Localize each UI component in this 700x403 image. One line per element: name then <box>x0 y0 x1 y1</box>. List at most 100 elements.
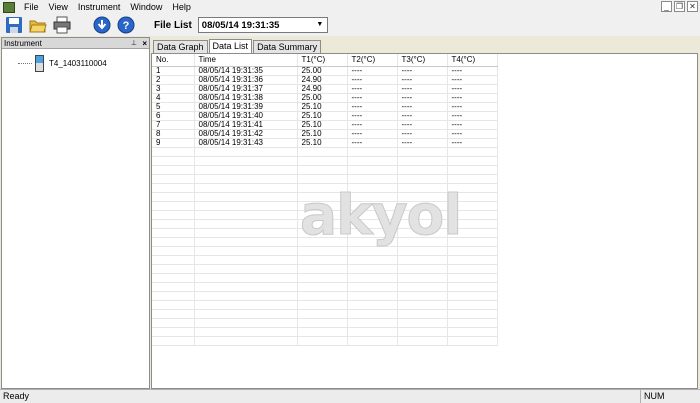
empty-cell <box>152 237 195 247</box>
print-icon[interactable] <box>52 15 72 35</box>
empty-cell <box>397 336 448 346</box>
empty-cell <box>297 147 348 157</box>
instrument-panel: Instrument ⊥ × T4_1403110004 <box>1 37 150 389</box>
empty-cell <box>152 228 195 238</box>
empty-cell <box>297 327 348 337</box>
table-cell: 25.10 <box>297 102 348 112</box>
table-cell: 08/05/14 19:31:42 <box>194 129 298 139</box>
table-row[interactable]: 4 08/05/14 19:31:38 25.00 ---- ---- ---- <box>152 93 498 103</box>
table-cell: ---- <box>447 102 498 112</box>
column-header[interactable]: T2(°C) <box>347 54 398 67</box>
empty-cell <box>397 174 448 184</box>
download-icon[interactable] <box>92 15 112 35</box>
empty-cell <box>347 336 398 346</box>
empty-cell <box>347 327 398 337</box>
table-cell: ---- <box>347 75 398 85</box>
menu-help[interactable]: Help <box>167 0 196 14</box>
table-cell: ---- <box>347 93 398 103</box>
empty-cell <box>397 165 448 175</box>
table-row[interactable]: 6 08/05/14 19:31:40 25.10 ---- ---- ---- <box>152 111 498 121</box>
help-icon[interactable]: ? <box>116 15 136 35</box>
close-icon[interactable]: × <box>142 38 147 49</box>
empty-row <box>152 309 498 319</box>
close-icon[interactable]: ✕ <box>687 1 698 12</box>
tree-connector <box>18 63 32 64</box>
table-cell: 25.10 <box>297 120 348 130</box>
table-cell: ---- <box>347 111 398 121</box>
empty-row <box>152 318 498 328</box>
file-list-dropdown[interactable]: 08/05/14 19:31:35 ▼ <box>197 17 328 33</box>
table-cell: ---- <box>347 66 398 76</box>
empty-cell <box>347 255 398 265</box>
empty-cell <box>152 264 195 274</box>
empty-cell <box>152 318 195 328</box>
chevron-down-icon[interactable]: ▼ <box>315 20 325 30</box>
empty-cell <box>152 210 195 220</box>
empty-cell <box>194 183 298 193</box>
table-cell: ---- <box>397 111 448 121</box>
empty-cell <box>447 165 498 175</box>
empty-cell <box>447 156 498 166</box>
menu-window[interactable]: Window <box>125 0 167 14</box>
empty-cell <box>194 309 298 319</box>
table-row[interactable]: 3 08/05/14 19:31:37 24.90 ---- ---- ---- <box>152 84 498 94</box>
tab-data-graph[interactable]: Data Graph <box>153 40 208 53</box>
table-row[interactable]: 7 08/05/14 19:31:41 25.10 ---- ---- ---- <box>152 120 498 130</box>
empty-cell <box>152 183 195 193</box>
column-header[interactable]: T3(°C) <box>397 54 448 67</box>
column-header[interactable]: T4(°C) <box>447 54 498 67</box>
table-row[interactable]: 8 08/05/14 19:31:42 25.10 ---- ---- ---- <box>152 129 498 139</box>
table-cell: 08/05/14 19:31:40 <box>194 111 298 121</box>
menu-view[interactable]: View <box>44 0 73 14</box>
table-row[interactable]: 9 08/05/14 19:31:43 25.10 ---- ---- ---- <box>152 138 498 148</box>
empty-row <box>152 336 498 346</box>
empty-cell <box>297 336 348 346</box>
empty-cell <box>447 273 498 283</box>
open-folder-icon[interactable] <box>28 15 48 35</box>
empty-cell <box>152 300 195 310</box>
table-cell: ---- <box>347 120 398 130</box>
empty-cell <box>347 300 398 310</box>
save-icon[interactable] <box>4 15 24 35</box>
empty-cell <box>194 174 298 184</box>
empty-cell <box>447 300 498 310</box>
empty-row <box>152 255 498 265</box>
empty-cell <box>194 156 298 166</box>
pin-icon[interactable]: ⊥ <box>131 38 137 49</box>
menu-file[interactable]: File <box>19 0 44 14</box>
empty-cell <box>297 282 348 292</box>
restore-icon[interactable]: ❐ <box>674 1 685 12</box>
empty-row <box>152 273 498 283</box>
empty-cell <box>397 318 448 328</box>
instrument-tree-item[interactable]: T4_1403110004 <box>18 55 107 72</box>
tab-data-list[interactable]: Data List <box>208 39 253 53</box>
table-row[interactable]: 5 08/05/14 19:31:39 25.10 ---- ---- ---- <box>152 102 498 112</box>
empty-cell <box>194 192 298 202</box>
empty-cell <box>297 309 348 319</box>
menu-bar: File View Instrument Window Help _ ❐ ✕ <box>0 0 700 14</box>
menu-instrument[interactable]: Instrument <box>73 0 126 14</box>
empty-cell <box>347 246 398 256</box>
table-row[interactable]: 1 08/05/14 19:31:35 25.00 ---- ---- ---- <box>152 66 498 76</box>
column-header[interactable]: Time <box>194 54 298 67</box>
empty-cell <box>347 309 398 319</box>
empty-cell <box>152 291 195 301</box>
table-cell: 25.10 <box>297 111 348 121</box>
empty-cell <box>297 255 348 265</box>
table-cell: 3 <box>152 84 195 94</box>
table-cell: 08/05/14 19:31:39 <box>194 102 298 112</box>
table-cell: ---- <box>397 138 448 148</box>
tab-data-summary[interactable]: Data Summary <box>253 40 322 53</box>
column-header[interactable]: No. <box>152 54 195 67</box>
table-cell: 24.90 <box>297 84 348 94</box>
empty-cell <box>447 318 498 328</box>
table-row[interactable]: 2 08/05/14 19:31:36 24.90 ---- ---- ---- <box>152 75 498 85</box>
empty-cell <box>347 174 398 184</box>
empty-row <box>152 147 498 157</box>
column-header[interactable]: T1(°C) <box>297 54 348 67</box>
table-cell: ---- <box>447 84 498 94</box>
empty-cell <box>152 219 195 229</box>
table-cell: ---- <box>397 93 448 103</box>
table-cell: ---- <box>447 66 498 76</box>
minimize-icon[interactable]: _ <box>661 1 672 12</box>
